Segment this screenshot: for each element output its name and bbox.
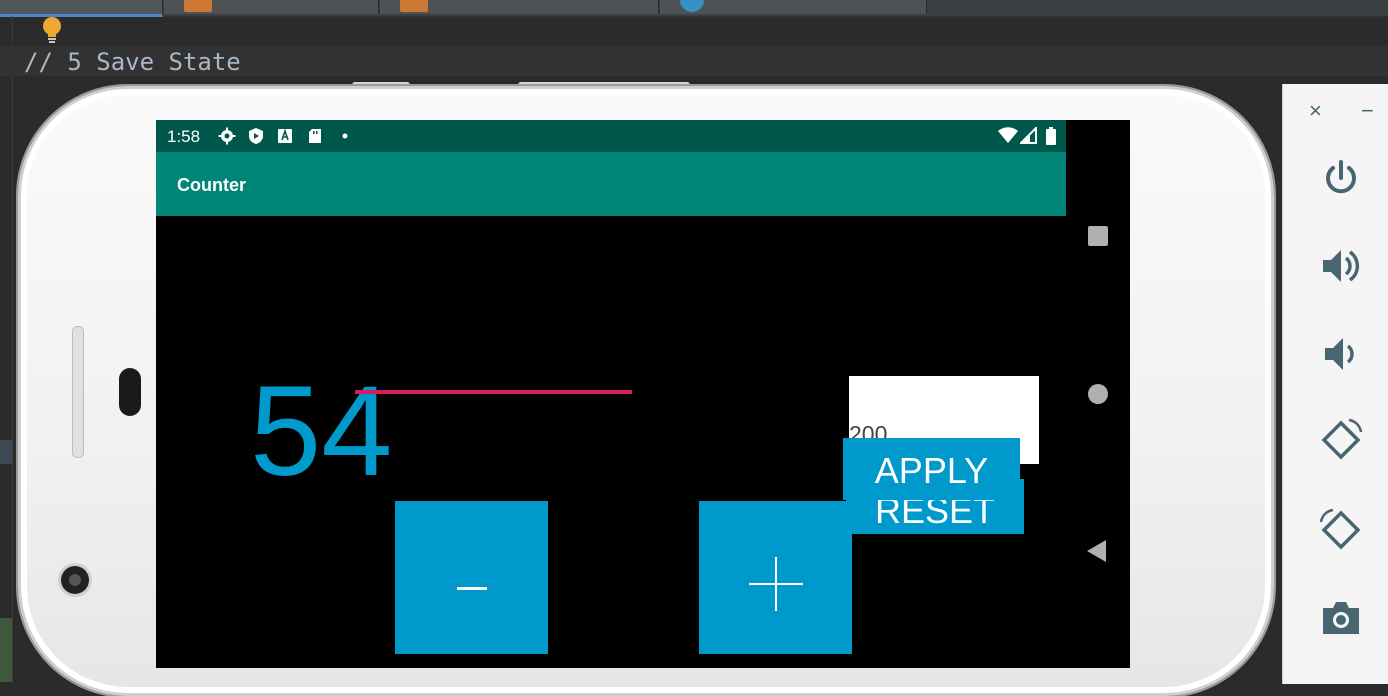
battery-icon: [1046, 127, 1056, 145]
close-icon[interactable]: ×: [1309, 98, 1322, 124]
status-bar: 1:58: [156, 120, 1066, 152]
back-button[interactable]: [1087, 540, 1106, 562]
dot-icon: [342, 133, 348, 139]
ide-tab[interactable]: [0, 0, 163, 17]
editor-marker: [0, 618, 12, 682]
recents-button[interactable]: [1088, 226, 1108, 246]
phone-speaker: [72, 326, 84, 458]
wifi-icon: [998, 127, 1018, 143]
emulator-toolbar: × −: [1282, 84, 1388, 684]
rotate-left-icon[interactable]: [1319, 418, 1363, 462]
xml-file-icon: [400, 0, 428, 12]
minimize-icon[interactable]: −: [1361, 98, 1374, 124]
volume-down-icon[interactable]: [1319, 332, 1363, 376]
ide-tab[interactable]: [164, 0, 379, 14]
app-title: Counter: [177, 175, 246, 195]
minus-icon: [457, 587, 487, 590]
volume-up-icon[interactable]: [1319, 244, 1363, 288]
increment-button[interactable]: [699, 501, 852, 654]
navigation-bar: [1066, 120, 1130, 668]
lightbulb-icon[interactable]: [41, 16, 63, 44]
plus-icon-vertical: [775, 557, 777, 611]
ide-tab[interactable]: [380, 0, 659, 14]
editor-marker: [0, 440, 12, 464]
home-button[interactable]: [1088, 384, 1108, 404]
status-time: 1:58: [167, 127, 201, 146]
ide-tab-bar: [0, 0, 1388, 17]
app-icon: [680, 0, 704, 12]
power-icon[interactable]: [1319, 156, 1363, 200]
camera-icon[interactable]: [1319, 596, 1363, 640]
rotate-right-icon[interactable]: [1319, 508, 1363, 552]
counter-value: 54: [250, 360, 393, 503]
front-camera: [61, 566, 89, 594]
editor-gutter: [12, 16, 13, 684]
play-protect-icon: [249, 128, 263, 144]
device-screen: 1:58 Counter 54 200 RESET APPLY: [156, 120, 1130, 668]
code-comment: // 5 Save State: [24, 48, 241, 76]
signal-icon: [1020, 127, 1037, 144]
text-field-underline[interactable]: [355, 390, 632, 394]
font-icon: [278, 128, 292, 143]
app-toolbar: Counter: [156, 152, 1066, 216]
xml-file-icon: [184, 0, 212, 12]
sd-card-icon: [309, 129, 321, 143]
gear-icon: [218, 127, 236, 145]
ide-tab[interactable]: [660, 0, 927, 14]
phone-sensor: [119, 368, 141, 416]
apply-button[interactable]: APPLY: [843, 438, 1020, 500]
decrement-button[interactable]: [395, 501, 548, 654]
